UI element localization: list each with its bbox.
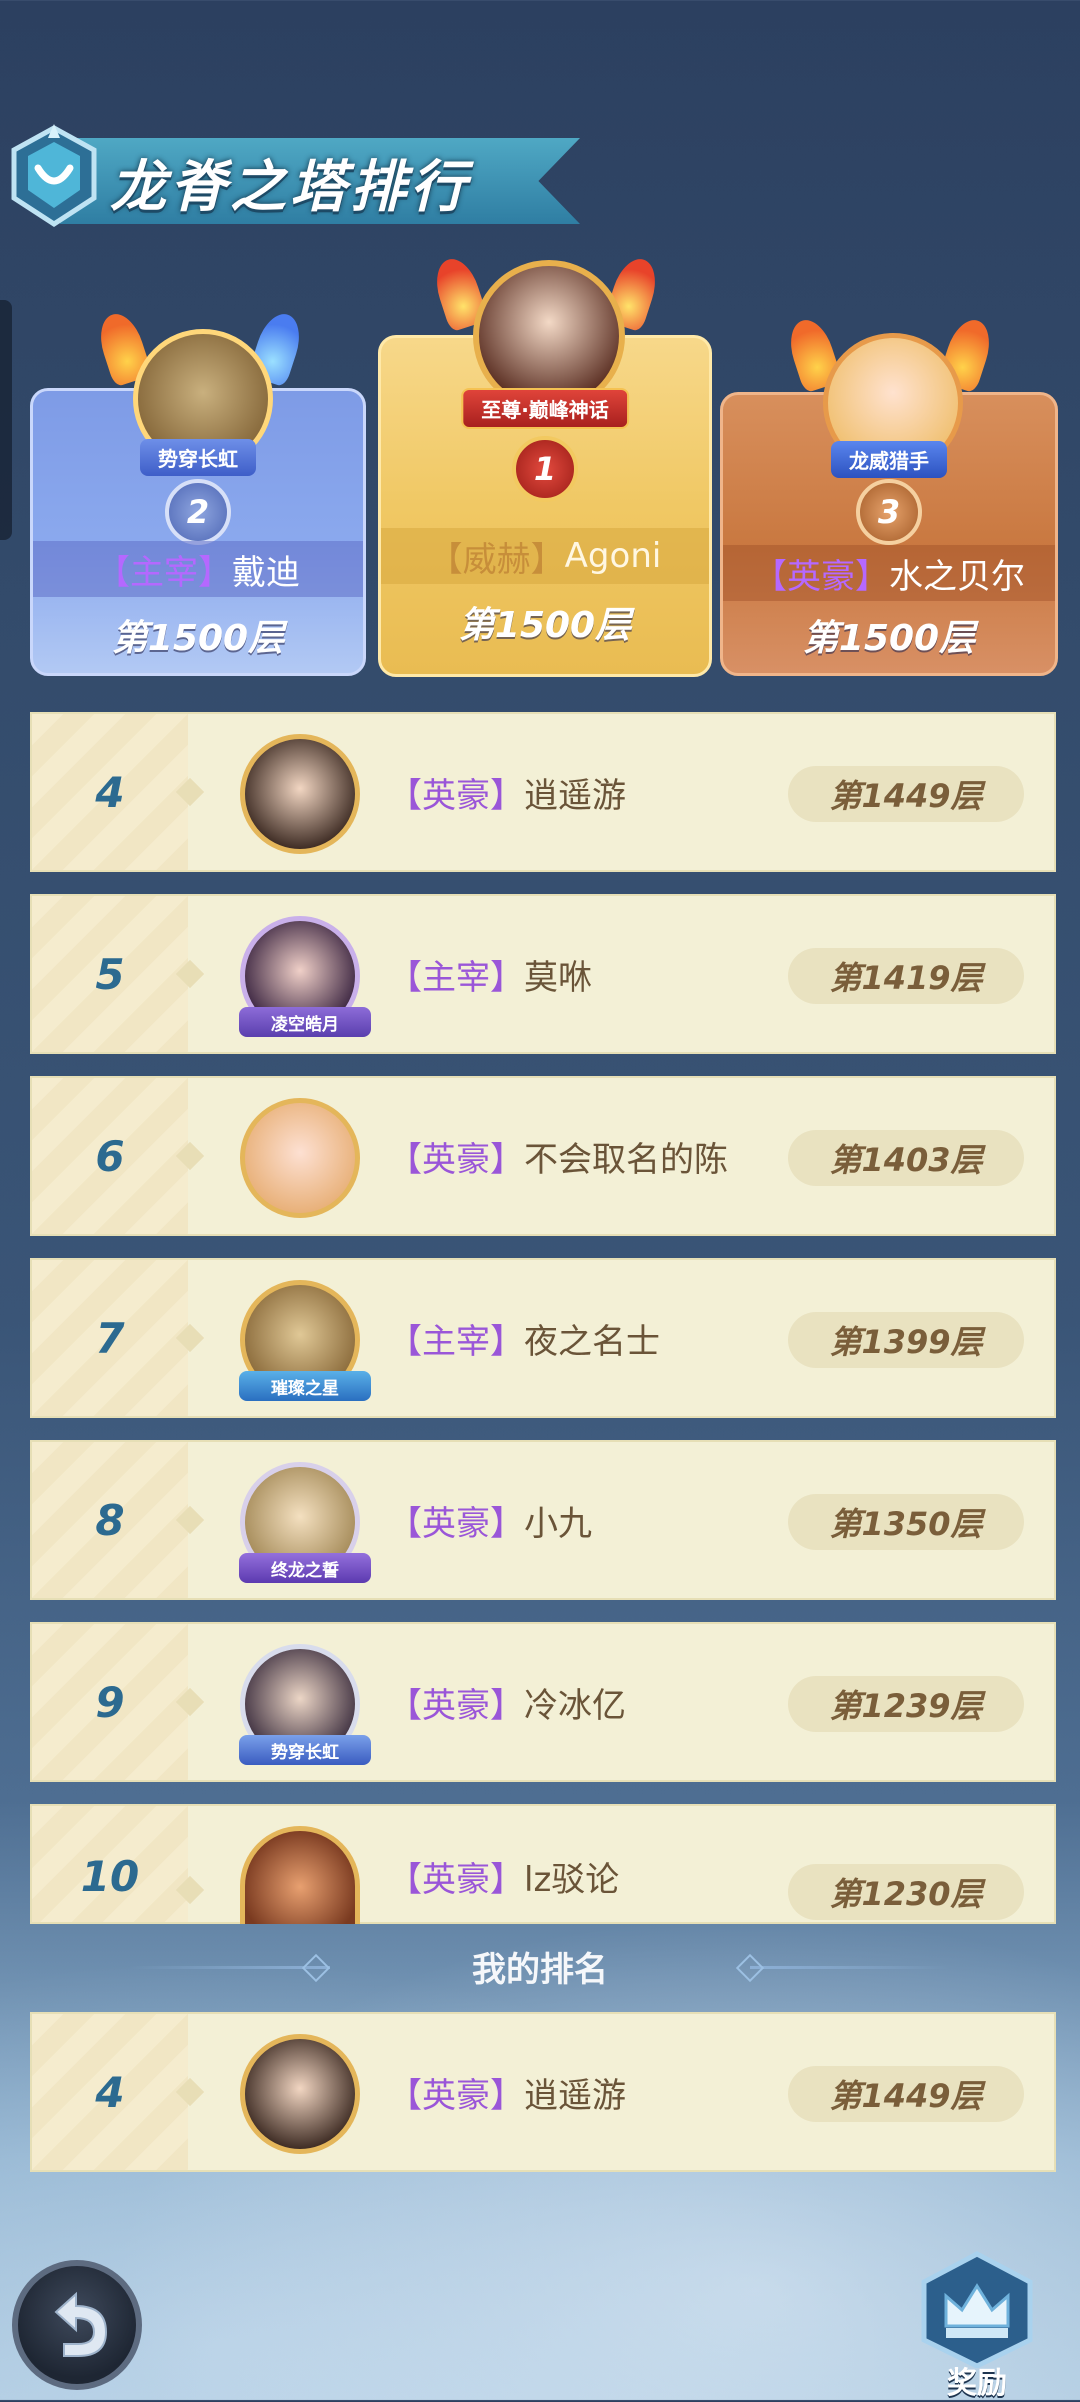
guild-tag: 【英豪】 [388,2075,524,2116]
rank-medal: 1 [512,436,578,502]
player-name-band: 【威赫】 Agoni [381,528,709,584]
ranking-row[interactable]: 9 势穿长虹 【英豪】 冷冰亿 第1239层 [30,1622,1056,1782]
avatar-badge: 璀璨之星 [239,1371,371,1401]
floor-value: 第1500层 [111,618,285,659]
crown-trophy-icon [921,2251,1033,2369]
floor-pill: 第1239层 [788,1676,1024,1732]
player-name-line: 【英豪】 冷冰亿 [388,1624,626,1780]
player-name: 水之贝尔 [889,556,1025,597]
rank-medal: 3 [856,479,922,545]
guild-tag: 【英豪】 [388,1503,524,1544]
rank-number: 8 [95,1495,125,1545]
guild-tag: 【英豪】 [388,1139,524,1180]
back-button[interactable] [12,2260,142,2390]
guild-tag: 【威赫】 [428,539,565,580]
player-name: lz驳论 [524,1859,620,1900]
floor-pill: 第1403层 [788,1130,1024,1186]
my-rank-row[interactable]: 4 【英豪】 逍遥游 第1449层 [30,2012,1056,2172]
avatar-badge: 凌空皓月 [239,1007,371,1037]
podium-rank-1[interactable]: 至尊·巅峰神话 1 【威赫】 Agoni 第1500层 [378,253,712,677]
player-name-line: 【主宰】 夜之名士 [388,1260,660,1416]
podium-rank-3[interactable]: 龙威猎手 3 【英豪】 水之贝尔 第1500层 [720,314,1058,676]
player-name: 逍遥游 [524,775,626,816]
avatar [240,734,360,854]
rank-number: 9 [95,1677,125,1727]
player-name: 莫咻 [524,957,592,998]
title-badge: 至尊·巅峰神话 [461,388,629,429]
player-name: 夜之名士 [524,1321,660,1362]
guild-tag: 【英豪】 [388,1685,524,1726]
player-name: 不会取名的陈 [524,1139,728,1180]
guild-tag: 【主宰】 [388,957,524,998]
player-name-band: 【英豪】 水之贝尔 [723,545,1055,601]
player-name-line: 【英豪】 逍遥游 [388,714,626,870]
back-arrow-icon [54,2291,108,2357]
player-name: 逍遥游 [524,2075,626,2116]
player-name-line: 【英豪】 逍遥游 [388,2014,626,2170]
rank-number: 10 [80,1851,140,1901]
avatar-badge: 势穿长虹 [239,1735,371,1765]
floor-value: 第1500层 [802,618,976,659]
guild-tag: 【主宰】 [96,552,232,593]
ranking-row[interactable]: 10 【英豪】 lz驳论 第1230层 [30,1804,1056,1924]
avatar: 凌空皓月 [239,916,371,1037]
floor-pill: 第1449层 [788,2066,1024,2122]
avatar [240,1098,360,1218]
title-banner: 龙脊之塔排行 [0,120,600,230]
reward-button[interactable]: 奖励 [912,2248,1042,2401]
avatar [240,2034,360,2154]
guild-tag: 【英豪】 [753,556,889,597]
rank-number: 7 [95,1313,125,1363]
player-name: 戴迪 [232,552,300,593]
tower-emblem-icon [11,124,97,227]
podium-rank-2[interactable]: 势穿长虹 2 【主宰】 戴迪 第1500层 [30,308,366,676]
player-name: 冷冰亿 [524,1685,626,1726]
avatar: 终龙之誓 [239,1462,371,1583]
rank-number: 4 [95,2067,125,2117]
title-badge: 龙威猎手 [831,441,947,478]
player-name-line: 【英豪】 不会取名的陈 [388,1078,728,1234]
floor-value: 第1500层 [458,605,632,646]
floor-pill: 第1449层 [788,766,1024,822]
rank-number: 4 [95,767,125,817]
rank-number: 5 [95,949,125,999]
ranking-row[interactable]: 5 凌空皓月 【主宰】 莫咻 第1419层 [30,894,1056,1054]
floor-pill: 第1350层 [788,1494,1024,1550]
title-badge: 势穿长虹 [140,439,256,476]
reward-label: 奖励 [947,2366,1007,2401]
left-edge-tab[interactable] [0,300,12,540]
floor-pill: 第1419层 [788,948,1024,1004]
player-name: Agoni [564,536,662,576]
player-name-line: 【英豪】 小九 [388,1442,592,1598]
avatar: 势穿长虹 [239,1644,371,1765]
rank-number: 6 [95,1131,125,1181]
guild-tag: 【主宰】 [388,1321,524,1362]
floor-pill: 第1230层 [788,1864,1024,1920]
avatar [240,1826,360,1924]
rank-medal: 2 [165,479,231,545]
ranking-row[interactable]: 7 璀璨之星 【主宰】 夜之名士 第1399层 [30,1258,1056,1418]
ranking-row[interactable]: 4 【英豪】 逍遥游 第1449层 [30,712,1056,872]
page-title: 龙脊之塔排行 [110,155,470,220]
player-name-band: 【主宰】 戴迪 [33,541,363,597]
ranking-row[interactable]: 6 【英豪】 不会取名的陈 第1403层 [30,1076,1056,1236]
floor-pill: 第1399层 [788,1312,1024,1368]
guild-tag: 【英豪】 [388,1859,524,1900]
player-name-line: 【主宰】 莫咻 [388,896,592,1052]
avatar: 璀璨之星 [239,1280,371,1401]
player-name-line: 【英豪】 lz驳论 [388,1818,619,1934]
ranking-row[interactable]: 8 终龙之誓 【英豪】 小九 第1350层 [30,1440,1056,1600]
player-name: 小九 [524,1503,592,1544]
guild-tag: 【英豪】 [388,775,524,816]
avatar-badge: 终龙之誓 [239,1553,371,1583]
my-rank-heading: 我的排名 [472,1950,608,1990]
